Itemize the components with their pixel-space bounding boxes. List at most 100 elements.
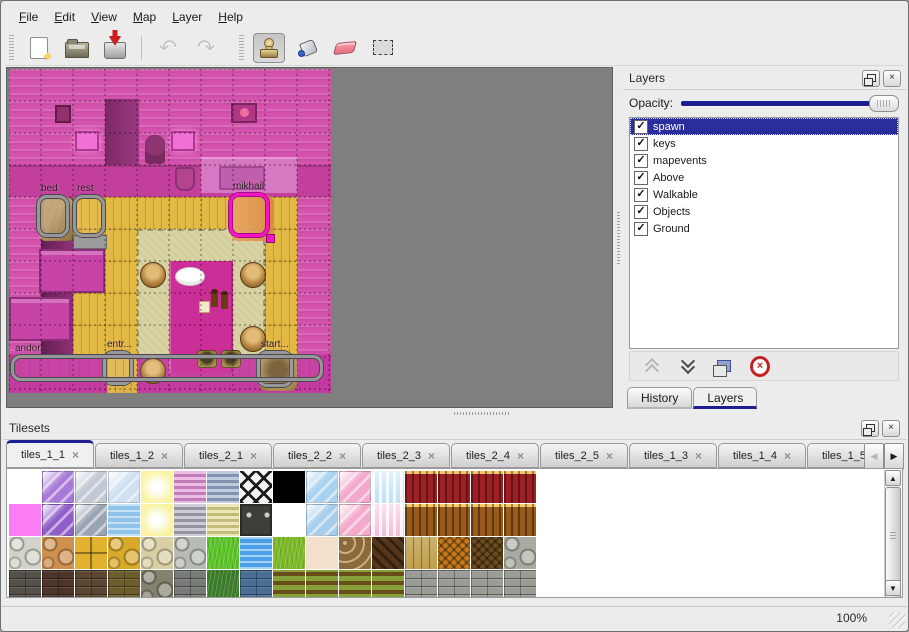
tileset-tile-r3c15[interactable]	[504, 570, 536, 598]
tileset-tile-r2c4[interactable]	[141, 537, 173, 569]
tileset-tile-r0c10[interactable]	[339, 471, 371, 503]
tileset-scrollbar[interactable]: ▲ ▼	[884, 470, 901, 596]
tileset-tile-r2c0[interactable]	[9, 537, 41, 569]
layer-visibility-checkbox[interactable]: ✓	[634, 222, 648, 236]
tileset-tab-tiles_1_3[interactable]: tiles_1_3×	[629, 443, 717, 468]
tileset-tab-tiles_2_3[interactable]: tiles_2_3×	[362, 443, 450, 468]
tileset-tile-r0c5[interactable]	[174, 471, 206, 503]
tab-close-icon[interactable]: ×	[606, 449, 613, 463]
tileset-tile-r1c10[interactable]	[339, 504, 371, 536]
opacity-slider[interactable]	[681, 94, 899, 112]
tileset-tile-r3c13[interactable]	[438, 570, 470, 598]
tileset-tile-r2c1[interactable]	[42, 537, 74, 569]
layer-visibility-checkbox[interactable]: ✓	[634, 137, 648, 151]
tileset-tile-r0c8[interactable]	[273, 471, 305, 503]
map-object-mikhail[interactable]	[229, 193, 269, 237]
tilesets-float-button[interactable]	[861, 420, 879, 437]
layer-visibility-checkbox[interactable]: ✓	[634, 205, 648, 219]
menu-layer[interactable]: Layer	[164, 8, 210, 26]
raise-layer-button[interactable]	[642, 356, 662, 376]
tools-toolbar-drag-handle[interactable]	[239, 35, 244, 61]
tileset-tab-tiles_1_2[interactable]: tiles_1_2×	[95, 443, 183, 468]
tileset-tile-r3c0[interactable]	[9, 570, 41, 598]
vertical-splitter[interactable]	[614, 67, 623, 408]
tab-close-icon[interactable]: ×	[161, 449, 168, 463]
tileset-tile-r0c14[interactable]	[471, 471, 503, 503]
tileset-tile-r2c13[interactable]	[438, 537, 470, 569]
layer-visibility-checkbox[interactable]: ✓	[634, 188, 648, 202]
tab-close-icon[interactable]: ×	[695, 449, 702, 463]
layer-row-Ground[interactable]: ✓Ground	[630, 220, 898, 237]
tab-close-icon[interactable]: ×	[517, 449, 524, 463]
tileset-tile-r2c7[interactable]	[240, 537, 272, 569]
menu-edit[interactable]: Edit	[46, 8, 83, 26]
stamp-brush-button[interactable]	[253, 33, 285, 63]
tileset-tab-tiles_1_4[interactable]: tiles_1_4×	[718, 443, 806, 468]
tileset-tile-r2c11[interactable]	[372, 537, 404, 569]
layer-row-Above[interactable]: ✓Above	[630, 169, 898, 186]
tileset-tab-tiles_1_1[interactable]: tiles_1_1×	[6, 440, 94, 468]
tileset-tile-r3c9[interactable]	[306, 570, 338, 598]
layer-row-Walkable[interactable]: ✓Walkable	[630, 186, 898, 203]
tileset-tile-r2c9[interactable]	[306, 537, 338, 569]
tileset-tile-r1c1[interactable]	[42, 504, 74, 536]
tab-close-icon[interactable]: ×	[339, 449, 346, 463]
tileset-tile-r0c0[interactable]	[9, 471, 41, 503]
layer-row-spawn[interactable]: ✓spawn	[630, 118, 898, 135]
tileset-tile-r3c8[interactable]	[273, 570, 305, 598]
tileset-tab-tiles_1_5[interactable]: tiles_1_5×	[807, 443, 864, 468]
tileset-tab-tiles_2_4[interactable]: tiles_2_4×	[451, 443, 539, 468]
tileset-tile-r3c1[interactable]	[42, 570, 74, 598]
layer-visibility-checkbox[interactable]: ✓	[634, 120, 648, 134]
tileset-tile-r0c1[interactable]	[42, 471, 74, 503]
layer-visibility-checkbox[interactable]: ✓	[634, 154, 648, 168]
layer-visibility-checkbox[interactable]: ✓	[634, 171, 648, 185]
tileset-tile-r1c5[interactable]	[174, 504, 206, 536]
tab-close-icon[interactable]: ×	[72, 448, 79, 462]
tileset-tile-r0c7[interactable]	[240, 471, 272, 503]
save-button[interactable]	[99, 33, 131, 63]
tileset-tile-r1c12[interactable]	[405, 504, 437, 536]
tileset-tile-r3c12[interactable]	[405, 570, 437, 598]
tileset-tile-r0c15[interactable]	[504, 471, 536, 503]
tileset-tile-r1c7[interactable]	[240, 504, 272, 536]
tileset-tile-r2c6[interactable]	[207, 537, 239, 569]
toolbar-drag-handle[interactable]	[9, 35, 14, 61]
map-viewport[interactable]: bedrestmikhailstart...entr...andor...	[6, 67, 613, 408]
tileset-tile-r1c0[interactable]	[9, 504, 41, 536]
duplicate-layer-button[interactable]	[714, 356, 734, 376]
tileset-tile-r0c2[interactable]	[75, 471, 107, 503]
tileset-tile-r1c2[interactable]	[75, 504, 107, 536]
layer-list[interactable]: ✓spawn✓keys✓mapevents✓Above✓Walkable✓Obj…	[629, 117, 899, 349]
tileset-tile-r3c10[interactable]	[339, 570, 371, 598]
tileset-view[interactable]: ▲ ▼	[6, 468, 903, 598]
tileset-tile-r0c13[interactable]	[438, 471, 470, 503]
eraser-button[interactable]	[329, 33, 361, 63]
menu-help[interactable]: Help	[210, 8, 251, 26]
undo-button[interactable]: ↶	[152, 33, 184, 63]
tileset-tile-r0c11[interactable]	[372, 471, 404, 503]
delete-layer-button[interactable]: ×	[750, 356, 770, 376]
tileset-tile-r1c13[interactable]	[438, 504, 470, 536]
tileset-tile-r3c14[interactable]	[471, 570, 503, 598]
tileset-tile-r2c3[interactable]	[108, 537, 140, 569]
tileset-tile-r3c3[interactable]	[108, 570, 140, 598]
tileset-tile-r1c15[interactable]	[504, 504, 536, 536]
tileset-tile-r2c12[interactable]	[405, 537, 437, 569]
tileset-tile-r0c9[interactable]	[306, 471, 338, 503]
layer-row-keys[interactable]: ✓keys	[630, 135, 898, 152]
tileset-tile-r1c14[interactable]	[471, 504, 503, 536]
dock-tab-history[interactable]: History	[627, 387, 692, 409]
tileset-tile-r1c8[interactable]	[273, 504, 305, 536]
tab-close-icon[interactable]: ×	[428, 449, 435, 463]
new-map-button[interactable]: ✦	[23, 33, 55, 63]
tileset-tile-r3c6[interactable]	[207, 570, 239, 598]
map-object-rest[interactable]	[73, 195, 105, 237]
map-object-andor[interactable]	[11, 355, 323, 381]
tab-close-icon[interactable]: ×	[784, 449, 791, 463]
rect-select-button[interactable]	[367, 33, 399, 63]
tilesets-close-button[interactable]: ×	[882, 420, 900, 437]
tileset-tab-tiles_2_5[interactable]: tiles_2_5×	[540, 443, 628, 468]
tileset-tile-r1c6[interactable]	[207, 504, 239, 536]
dock-tab-layers[interactable]: Layers	[693, 387, 757, 409]
